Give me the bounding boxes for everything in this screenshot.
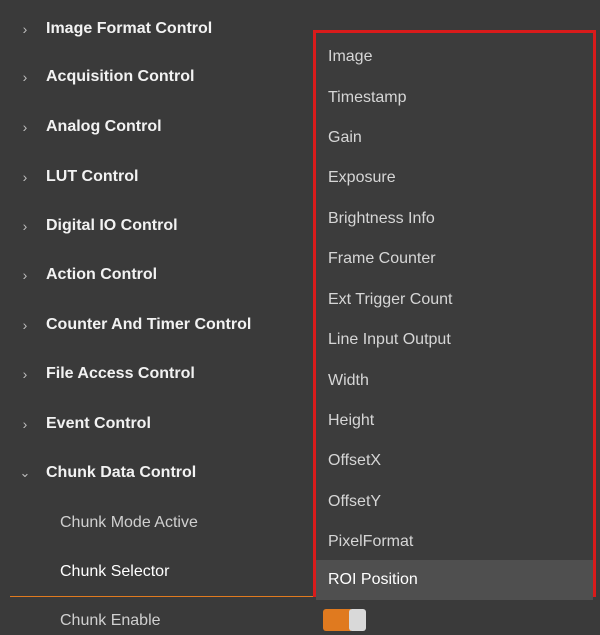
chevron-right-icon: › <box>22 267 28 283</box>
option-label: ROI Position <box>328 571 418 588</box>
tree-item-label: LUT Control <box>46 168 139 185</box>
dropdown-option[interactable]: PixelFormat <box>316 522 593 562</box>
property-label: Chunk Enable <box>60 612 161 629</box>
tree-item-chunk-data-control[interactable]: ⌄ Chunk Data Control <box>0 448 312 498</box>
chevron-right-icon: › <box>22 119 28 135</box>
dropdown-option[interactable]: Image <box>316 37 593 77</box>
property-chunk-selector[interactable]: Chunk Selector <box>0 547 312 597</box>
chevron-right-icon: › <box>22 69 28 85</box>
dropdown-option[interactable]: Height <box>316 401 593 441</box>
dropdown-option[interactable]: Gain <box>316 118 593 158</box>
toggle-on-track <box>323 609 351 631</box>
feature-tree: › Image Format Control › Acquisition Con… <box>0 0 312 635</box>
tree-item-label: Chunk Data Control <box>46 464 197 481</box>
tree-item-digital-io-control[interactable]: › Digital IO Control <box>0 201 312 251</box>
dropdown-option[interactable]: Frame Counter <box>316 239 593 279</box>
tree-item-label: Action Control <box>46 266 158 283</box>
option-label: Brightness Info <box>328 210 435 227</box>
dropdown-option-selected[interactable]: ROI Position <box>316 560 593 600</box>
property-label: Chunk Mode Active <box>60 514 198 531</box>
option-label: OffsetY <box>328 493 382 510</box>
selected-row-underline <box>10 596 322 597</box>
tree-item-label: Image Format Control <box>46 20 213 37</box>
chevron-right-icon: › <box>22 317 28 333</box>
tree-item-analog-control[interactable]: › Analog Control <box>0 102 312 152</box>
tree-item-file-access-control[interactable]: › File Access Control <box>0 349 312 399</box>
dropdown-option[interactable]: Exposure <box>316 158 593 198</box>
tree-item-label: Counter And Timer Control <box>46 316 252 333</box>
chevron-right-icon: › <box>22 218 28 234</box>
option-label: Timestamp <box>328 89 407 106</box>
property-chunk-enable[interactable]: Chunk Enable <box>0 596 312 635</box>
property-label: Chunk Selector <box>60 563 170 580</box>
chevron-right-icon: › <box>22 416 28 432</box>
option-label: Gain <box>328 129 362 146</box>
tree-item-label: Acquisition Control <box>46 68 195 85</box>
option-label: Width <box>328 372 369 389</box>
chunk-enable-toggle[interactable] <box>323 609 373 631</box>
dropdown-option[interactable]: Ext Trigger Count <box>316 280 593 320</box>
tree-item-action-control[interactable]: › Action Control <box>0 250 312 300</box>
chevron-right-icon: › <box>22 169 28 185</box>
dropdown-option[interactable]: Width <box>316 361 593 401</box>
dropdown-option[interactable]: OffsetX <box>316 441 593 481</box>
chevron-down-icon: ⌄ <box>19 465 31 480</box>
chunk-selector-dropdown-list: Image Timestamp Gain Exposure Brightness… <box>313 30 596 600</box>
property-chunk-mode-active[interactable]: Chunk Mode Active <box>0 498 312 548</box>
tree-item-label: Event Control <box>46 415 151 432</box>
properties-panel: › Image Format Control › Acquisition Con… <box>0 0 600 635</box>
chevron-right-icon: › <box>22 21 28 37</box>
option-label: PixelFormat <box>328 533 414 550</box>
tree-item-acquisition-control[interactable]: › Acquisition Control <box>0 52 312 102</box>
tree-item-image-format-control[interactable]: › Image Format Control <box>0 4 312 54</box>
option-label: Height <box>328 412 375 429</box>
option-label: OffsetX <box>328 452 382 469</box>
dropdown-option[interactable]: Timestamp <box>316 78 593 118</box>
tree-item-event-control[interactable]: › Event Control <box>0 399 312 449</box>
chevron-right-icon: › <box>22 366 28 382</box>
dropdown-option[interactable]: Line Input Output <box>316 320 593 360</box>
tree-item-counter-and-timer-control[interactable]: › Counter And Timer Control <box>0 300 312 350</box>
dropdown-option[interactable]: OffsetY <box>316 482 593 522</box>
tree-item-lut-control[interactable]: › LUT Control <box>0 152 312 202</box>
option-label: Line Input Output <box>328 331 451 348</box>
tree-item-label: Analog Control <box>46 118 162 135</box>
option-label: Ext Trigger Count <box>328 291 453 308</box>
dropdown-option[interactable]: Brightness Info <box>316 199 593 239</box>
tree-item-label: Digital IO Control <box>46 217 178 234</box>
option-label: Frame Counter <box>328 250 436 267</box>
option-label: Exposure <box>328 169 396 186</box>
tree-item-label: File Access Control <box>46 365 195 382</box>
toggle-knob <box>349 609 366 631</box>
option-label: Image <box>328 48 373 65</box>
